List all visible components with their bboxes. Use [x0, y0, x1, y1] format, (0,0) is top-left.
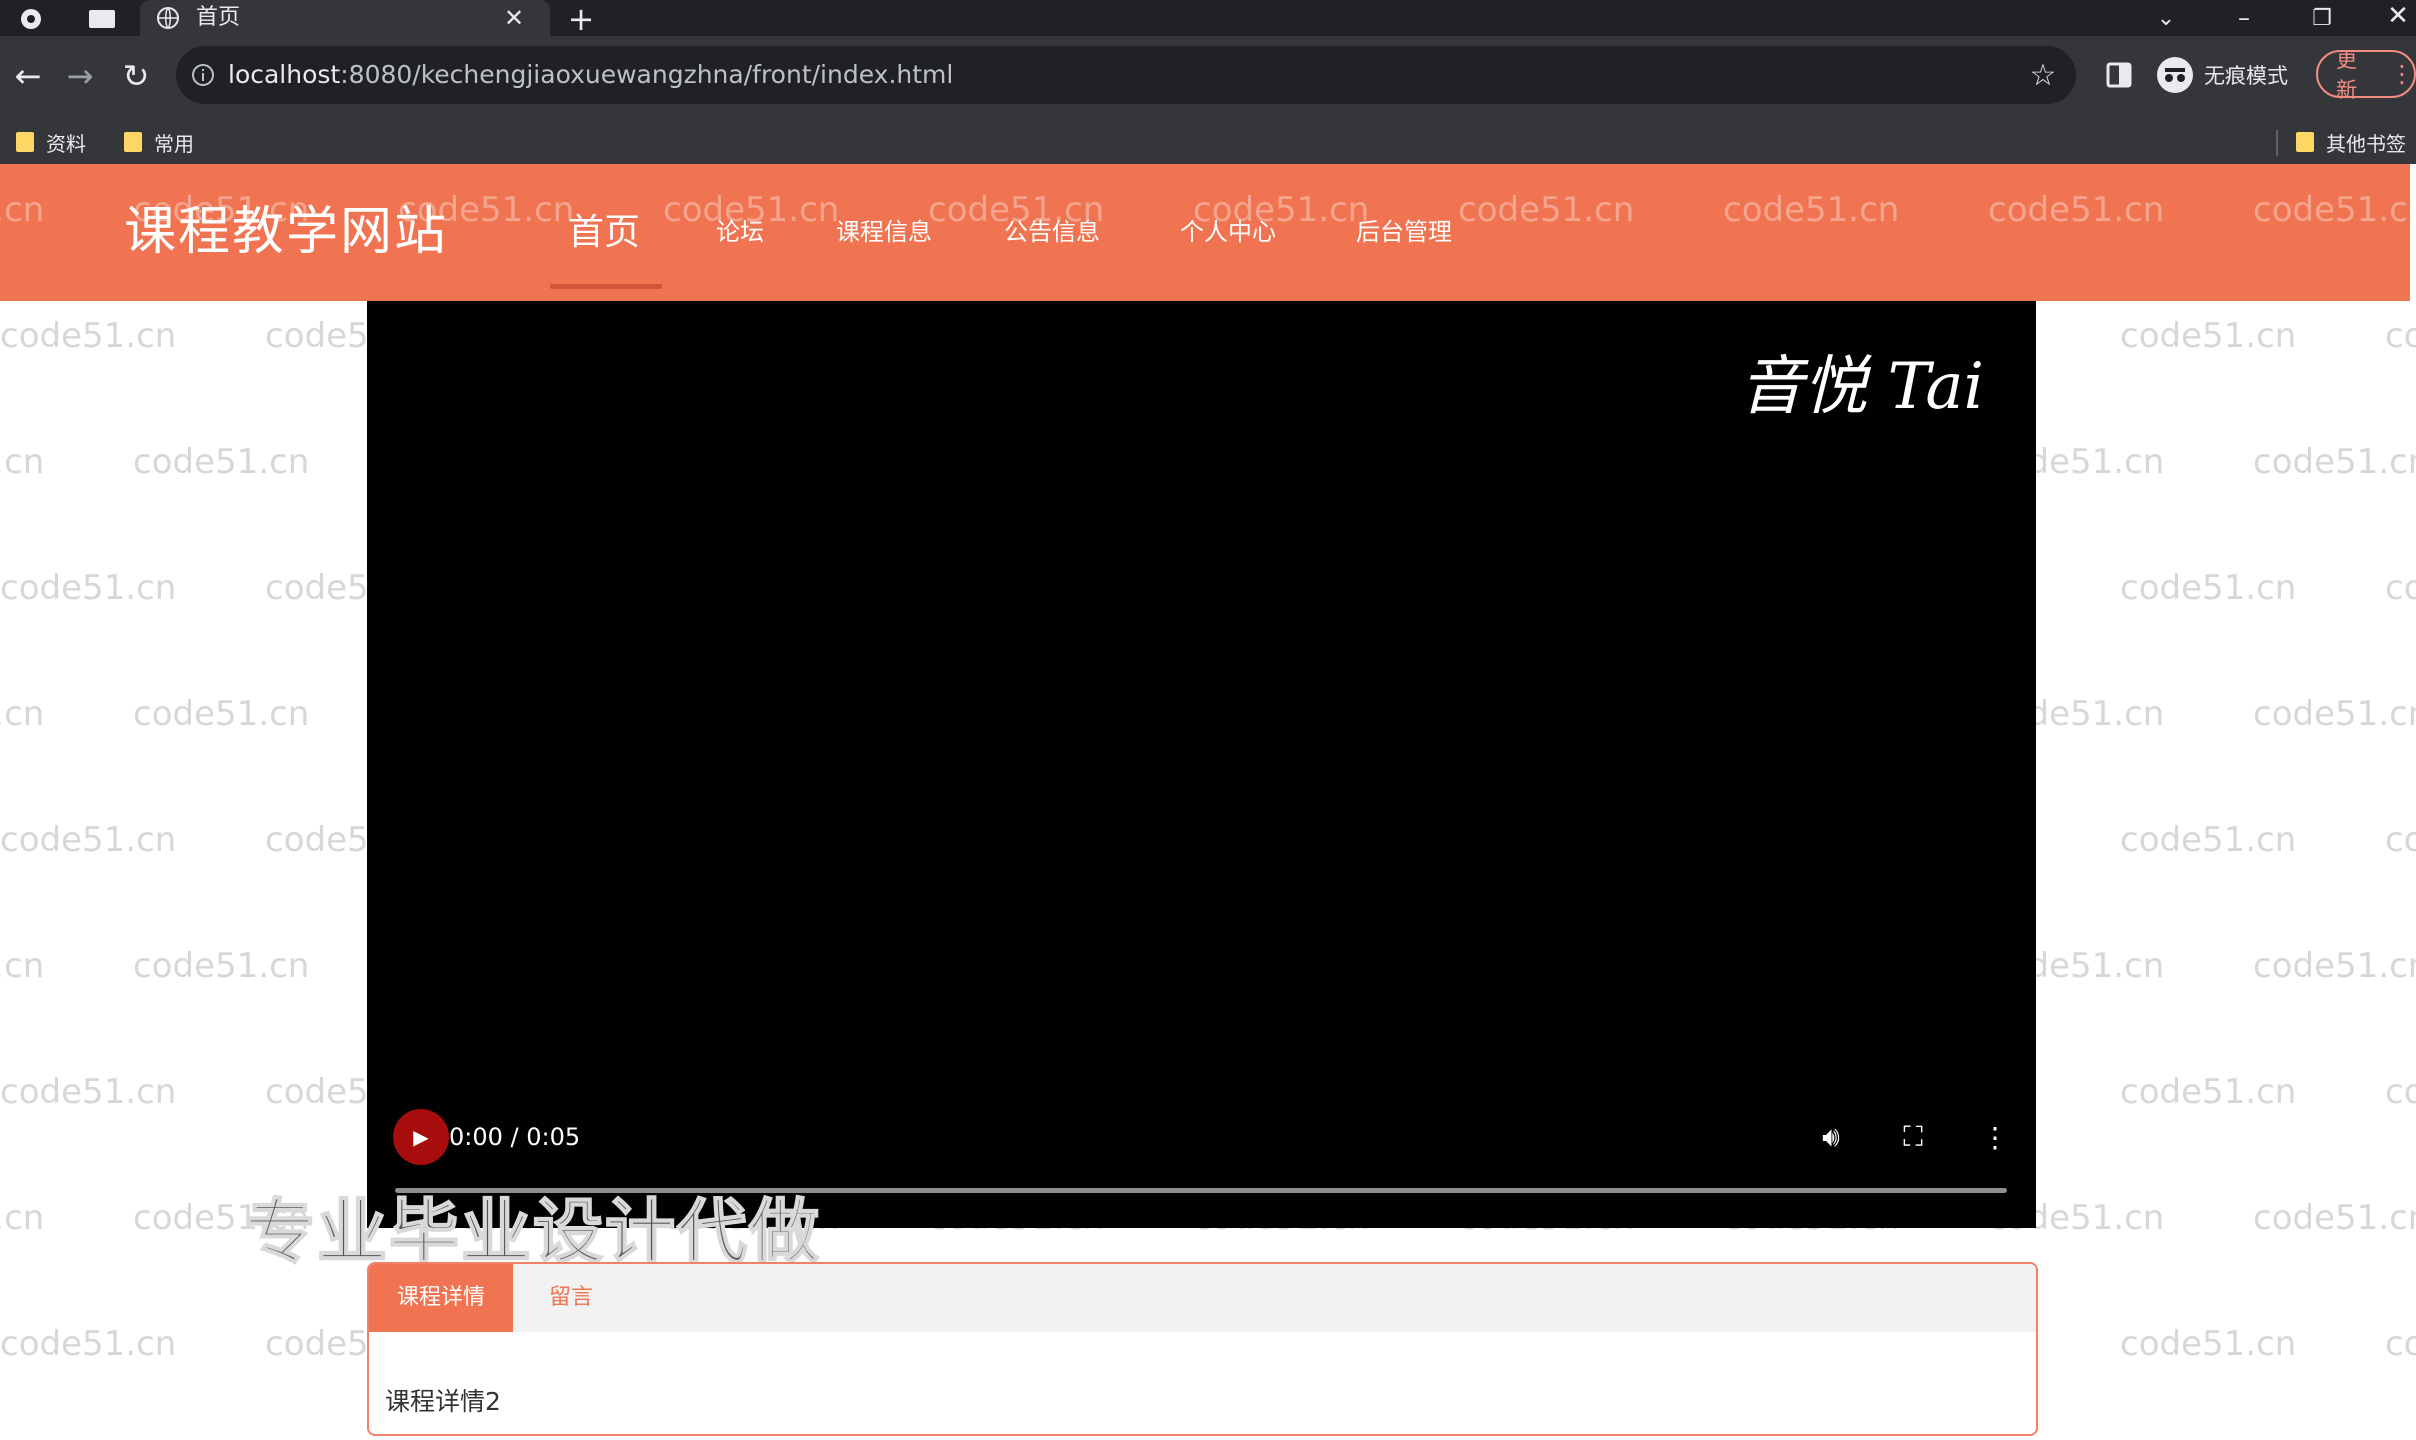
update-label: 更新 [2336, 48, 2357, 102]
nav-admin[interactable]: 后台管理 [1356, 164, 1452, 301]
other-bookmarks[interactable]: 其他书签 [2296, 120, 2406, 164]
nav-announcements[interactable]: 公告信息 [1004, 164, 1100, 301]
watermark-text: code51.cn [2253, 694, 2416, 734]
watermark-text: code51.cn [0, 442, 45, 482]
watermark-text: code51.cn [2120, 1072, 2297, 1112]
incognito-icon[interactable] [2156, 56, 2194, 94]
watermark-text: code51.cn [2385, 1072, 2416, 1112]
watermark-text: code51.cn [2253, 442, 2416, 482]
nav-user-center[interactable]: 个人中心 [1180, 164, 1276, 301]
chevron-down-icon[interactable]: ⌄ [2152, 4, 2180, 32]
nav-home[interactable]: 首页 [568, 164, 640, 301]
bookmark-folder-1[interactable]: 常用 [124, 120, 194, 164]
chrome-menu-icon[interactable] [18, 6, 44, 32]
site-logo[interactable]: 课程教学网站 [124, 164, 448, 301]
video-player[interactable]: 音悦 Tai ▶ 0:00 / 0:05 🔊︎ ⛶ ⋮ [367, 301, 2036, 1228]
play-icon: ▶ [413, 1125, 429, 1149]
side-panel-icon[interactable] [2104, 60, 2134, 90]
info-icon[interactable] [190, 62, 216, 88]
watermark-text: code51.cn [2120, 568, 2297, 608]
browser-tab-title: 首页 [196, 5, 241, 30]
watermark-text: code51.cn [0, 316, 177, 356]
watermark-text: code51.cn [133, 694, 310, 734]
details-tab-bar: 课程详情 留言 [369, 1264, 2036, 1332]
more-options-icon[interactable]: ⋮ [1975, 1117, 2015, 1157]
watermark-text: code51.cn [0, 946, 45, 986]
bookmarks-bar: 资料 常用 其他书签 [0, 120, 2416, 164]
site-header: 课程教学网站 首页 论坛 课程信息 公告信息 个人中心 后台管理 [0, 164, 2410, 301]
folder-icon [16, 132, 34, 152]
video-channel-logo: 音悦 Tai [1739, 350, 1984, 424]
incognito-label: 无痕模式 [2204, 64, 2288, 88]
watermark-text: code51.cn [0, 1072, 177, 1112]
watermark-text: code51.cn [133, 946, 310, 986]
bookmark-folder-0[interactable]: 资料 [16, 120, 86, 164]
url-host: localhost [228, 60, 341, 89]
watermark-text: code51.cn [133, 442, 310, 482]
close-tab-icon[interactable]: ✕ [502, 4, 526, 32]
course-details-content: 课程详情2 [385, 1387, 501, 1416]
nav-forum[interactable]: 论坛 [716, 164, 764, 301]
bookmark-label: 资料 [46, 131, 86, 156]
watermark-text: code51.cn [2385, 568, 2416, 608]
bookmark-label: 常用 [154, 131, 194, 156]
course-details-panel: 课程详情 留言 课程详情2 [367, 1262, 2038, 1436]
fullscreen-icon[interactable]: ⛶ [1893, 1117, 1933, 1157]
reload-icon[interactable]: ↻ [118, 57, 154, 95]
browser-tab-home[interactable]: 首页 ✕ [140, 0, 550, 36]
watermark-text: code51.cn [2385, 820, 2416, 860]
folder-icon [124, 132, 142, 152]
watermark-text: code51.cn [2253, 946, 2416, 986]
watermark-text: code51.cn [0, 568, 177, 608]
watermark-text: code51.cn [0, 1198, 45, 1238]
watermark-text: code51.cn [0, 1324, 177, 1364]
browser-toolbar: ← → ↻ localhost:8080/kechengjiaoxuewangz… [0, 36, 2416, 120]
update-button[interactable]: 更新 ⋮ [2316, 48, 2416, 102]
forward-icon[interactable]: → [62, 57, 98, 95]
restore-icon[interactable]: ❐ [2308, 4, 2336, 32]
url-text: localhost:8080/kechengjiaoxuewangzhna/fr… [228, 46, 953, 104]
tab-search-icon[interactable] [86, 6, 118, 32]
nav-active-indicator [550, 284, 662, 289]
new-tab-icon[interactable]: + [566, 0, 596, 38]
bookmark-star-icon[interactable]: ☆ [2028, 58, 2058, 93]
watermark-text: code51.cn [2385, 1324, 2416, 1364]
globe-icon [156, 6, 180, 30]
watermark-text: code51.cn [2120, 1324, 2297, 1364]
tab-course-details[interactable]: 课程详情 [369, 1264, 513, 1332]
folder-icon [2296, 132, 2314, 152]
bookmarks-divider [2276, 130, 2278, 156]
back-icon[interactable]: ← [10, 57, 46, 95]
browser-tab-bar: 首页 ✕ + ⌄ – ❐ ✕ [0, 0, 2416, 38]
kebab-menu-icon[interactable]: ⋮ [2390, 60, 2414, 88]
other-bookmarks-label: 其他书签 [2326, 131, 2406, 156]
watermark-text: code51.cn [2253, 1198, 2416, 1238]
play-button[interactable]: ▶ [393, 1109, 449, 1165]
tab-comments[interactable]: 留言 [513, 1264, 629, 1332]
watermark-text: code51.cn [0, 820, 177, 860]
nav-course-info[interactable]: 课程信息 [836, 164, 932, 301]
video-time: 0:00 / 0:05 [449, 1123, 581, 1151]
volume-icon[interactable]: 🔊︎ [1811, 1117, 1851, 1157]
watermark-text: code51.cn [2385, 316, 2416, 356]
address-bar[interactable]: localhost:8080/kechengjiaoxuewangzhna/fr… [176, 46, 2076, 104]
watermark-text: code51.cn [0, 694, 45, 734]
minimize-icon[interactable]: – [2230, 4, 2258, 32]
close-window-icon[interactable]: ✕ [2384, 1, 2412, 31]
watermark-text: code51.cn [2120, 820, 2297, 860]
watermark-text: code51.cn [2120, 316, 2297, 356]
url-path: :8080/kechengjiaoxuewangzhna/front/index… [340, 60, 954, 89]
